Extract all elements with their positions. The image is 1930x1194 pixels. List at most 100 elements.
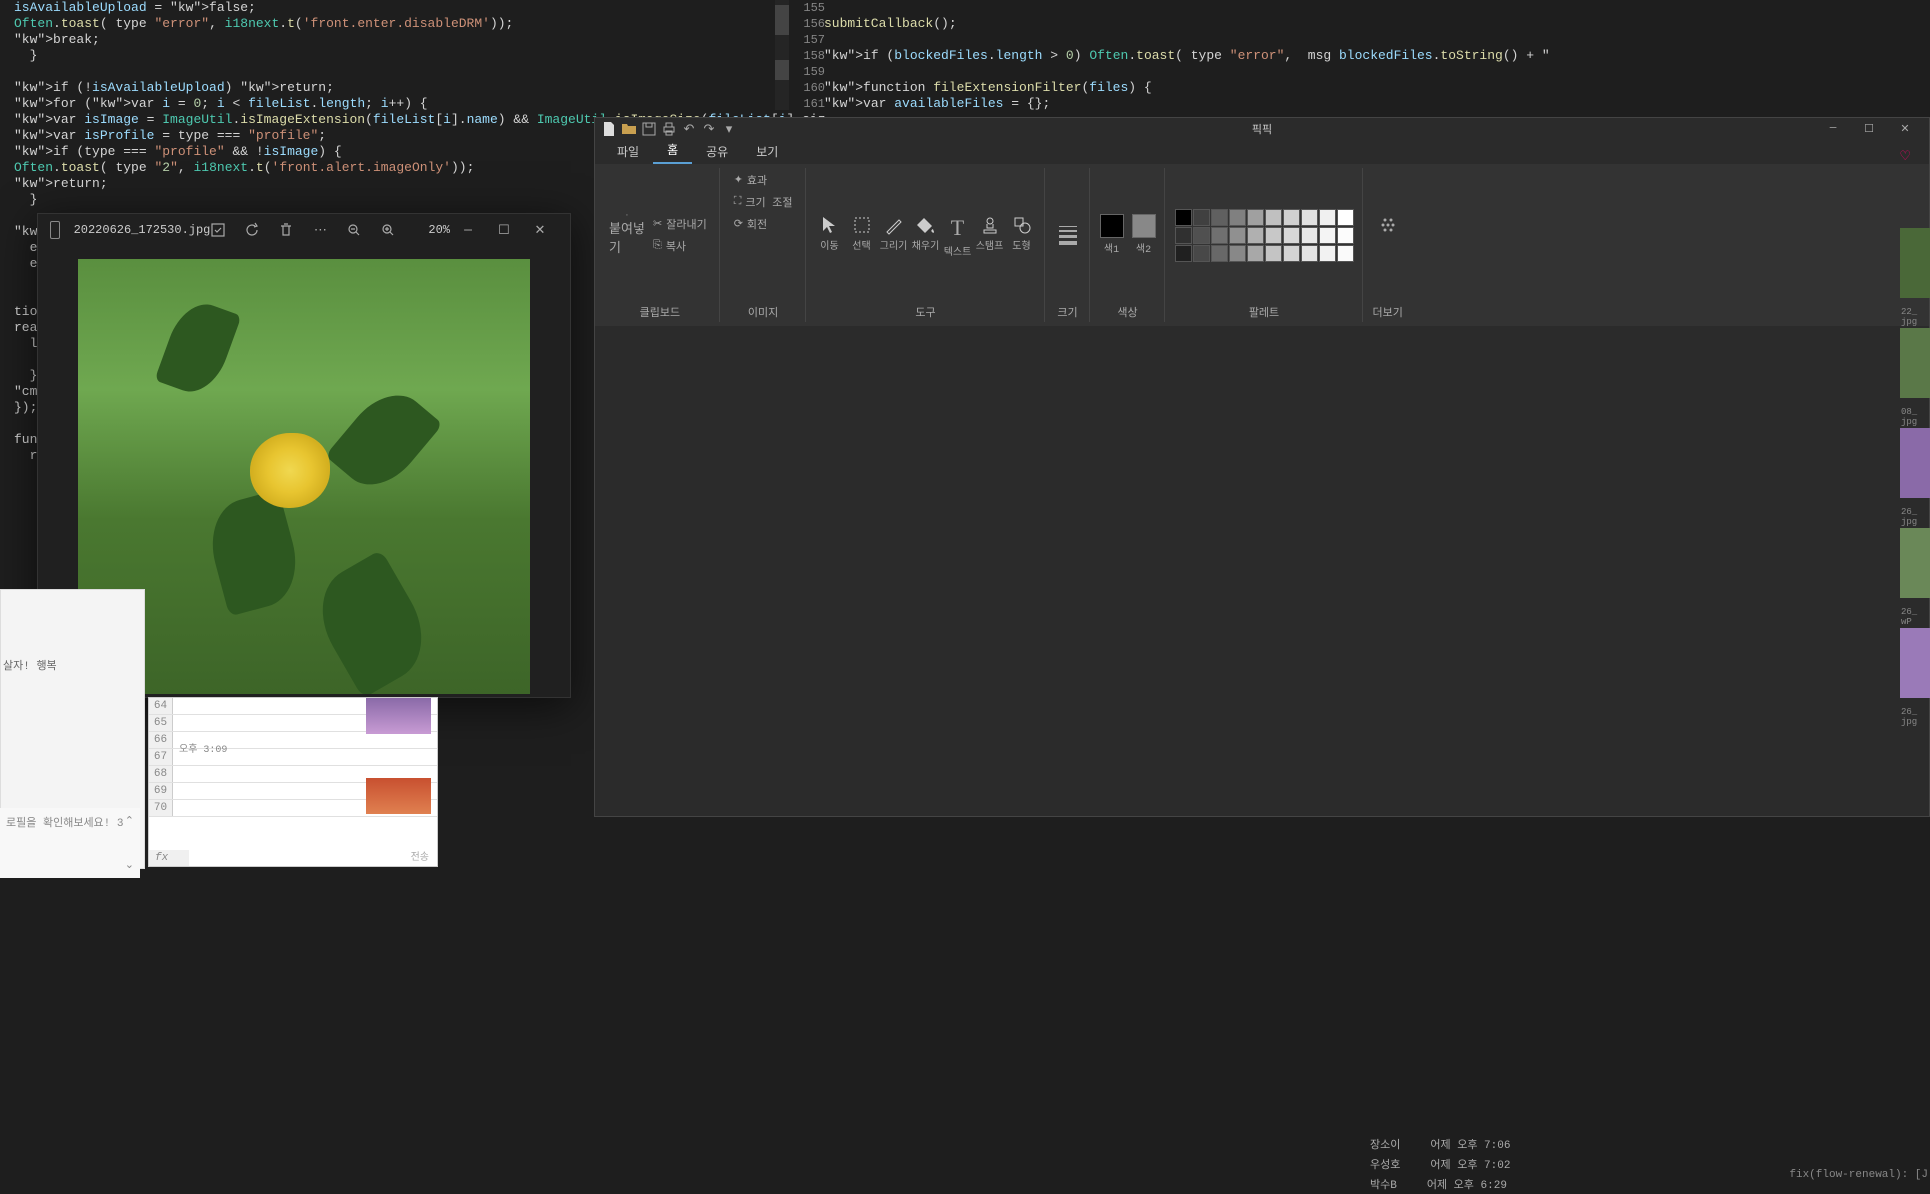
palette-color[interactable] (1301, 245, 1318, 262)
palette-color[interactable] (1211, 227, 1228, 244)
close-button[interactable]: ✕ (1887, 118, 1923, 140)
code-line[interactable]: "kw">function fileExtensionFilter(files)… (810, 80, 1930, 96)
draw-tool[interactable]: 그리기 (880, 215, 908, 255)
print-icon[interactable] (661, 121, 677, 137)
paste-button[interactable]: 붙여넣기 (609, 214, 645, 256)
send-label[interactable]: 전송 (411, 848, 429, 864)
more-button[interactable] (1374, 215, 1402, 255)
author: 우성호 (1370, 1156, 1400, 1172)
maximize-button[interactable]: ☐ (1851, 118, 1887, 140)
thumbnail[interactable] (1900, 628, 1930, 698)
timestamp: 어제 오후 7:06 (1430, 1136, 1510, 1152)
select-tool[interactable]: 선택 (848, 215, 876, 255)
palette-color[interactable] (1337, 227, 1354, 244)
palette-color[interactable] (1301, 227, 1318, 244)
palette-color[interactable] (1175, 227, 1192, 244)
palette-color[interactable] (1283, 209, 1300, 226)
palette-color[interactable] (1301, 209, 1318, 226)
minimize-button[interactable]: ─ (1815, 118, 1851, 140)
palette-color[interactable] (1337, 209, 1354, 226)
shape-tool[interactable]: 도형 (1008, 215, 1036, 255)
row-number: 64 (149, 698, 173, 714)
color1-swatch[interactable] (1100, 214, 1124, 238)
palette-color[interactable] (1319, 227, 1336, 244)
row-number: 66 (149, 732, 173, 748)
palette-color[interactable] (1319, 209, 1336, 226)
palette-color[interactable] (1265, 245, 1282, 262)
favorite-icon[interactable]: ♡ (1899, 149, 1921, 164)
rotate-icon[interactable] (244, 222, 260, 238)
delete-icon[interactable] (278, 222, 294, 238)
timestamp: 어제 오후 7:02 (1430, 1156, 1510, 1172)
qat-dropdown-icon[interactable]: ▾ (721, 121, 737, 137)
copy-button[interactable]: ⎘ 복사 (649, 236, 711, 256)
effects-button[interactable]: ✦ 효과 (730, 170, 771, 190)
palette-color[interactable] (1265, 227, 1282, 244)
photo-image[interactable] (78, 259, 530, 694)
palette-color[interactable] (1319, 245, 1336, 262)
palette-color[interactable] (1247, 209, 1264, 226)
cut-button[interactable]: ✂ 잘라내기 (649, 214, 711, 234)
palette-color[interactable] (1247, 227, 1264, 244)
group-clipboard: 붙여넣기 ✂ 잘라내기 ⎘ 복사 클립보드 (601, 168, 720, 322)
save-icon[interactable] (641, 121, 657, 137)
stamp-tool[interactable]: 스탬프 (976, 215, 1004, 255)
menu-home[interactable]: 홈 (653, 137, 692, 164)
palette-color[interactable] (1175, 209, 1192, 226)
code-line[interactable] (810, 0, 1930, 16)
palette-color[interactable] (1229, 245, 1246, 262)
palette-color[interactable] (1211, 245, 1228, 262)
thumbnail[interactable] (1900, 528, 1930, 598)
palette-color[interactable] (1247, 245, 1264, 262)
paint-canvas[interactable] (595, 328, 1929, 816)
code-right-column: submitCallback(); "kw">if (blockedFiles.… (810, 0, 1930, 112)
palette-color[interactable] (1193, 209, 1210, 226)
fx-label[interactable]: fx (149, 850, 189, 866)
palette-color[interactable] (1229, 209, 1246, 226)
palette-color[interactable] (1193, 245, 1210, 262)
code-line[interactable]: "kw">if (blockedFiles.length > 0) Often.… (810, 48, 1930, 64)
color2-swatch[interactable] (1132, 214, 1156, 238)
chevron-down-icon[interactable]: ⌄ (6, 858, 134, 872)
text-tool[interactable]: T텍스트 (944, 215, 972, 255)
thumbnail[interactable] (1900, 328, 1930, 398)
code-line[interactable] (810, 32, 1930, 48)
thumbnail[interactable] (1900, 428, 1930, 498)
close-button[interactable]: ✕ (522, 214, 558, 246)
menu-file[interactable]: 파일 (603, 139, 653, 164)
palette-color[interactable] (1283, 245, 1300, 262)
palette-color[interactable] (1229, 227, 1246, 244)
chevron-up-icon[interactable]: ⌃ (125, 814, 134, 828)
photo-viewer-titlebar[interactable]: 20220626_172530.jpg ⋯ 20% ─ ☐ ✕ (38, 214, 570, 246)
new-file-icon[interactable] (601, 121, 617, 137)
palette-color[interactable] (1211, 209, 1228, 226)
undo-icon[interactable]: ↶ (681, 121, 697, 137)
palette-color[interactable] (1337, 245, 1354, 262)
menu-view[interactable]: 보기 (742, 139, 792, 164)
rotate-button[interactable]: ⟳ 회전 (730, 214, 771, 234)
redo-icon[interactable]: ↷ (701, 121, 717, 137)
paint-titlebar[interactable]: ↶ ↷ ▾ 픽픽 ─ ☐ ✕ (595, 118, 1929, 140)
more-icon[interactable]: ⋯ (312, 222, 328, 238)
move-tool[interactable]: 이동 (816, 215, 844, 255)
code-line[interactable]: "kw">var availableFiles = {}; (810, 96, 1930, 112)
maximize-button[interactable]: ☐ (486, 214, 522, 246)
menu-share[interactable]: 공유 (692, 139, 742, 164)
palette-color[interactable] (1175, 245, 1192, 262)
palette-color[interactable] (1265, 209, 1282, 226)
palette-color[interactable] (1283, 227, 1300, 244)
open-file-icon[interactable] (621, 121, 637, 137)
code-line[interactable]: submitCallback(); (810, 16, 1930, 32)
minimize-button[interactable]: ─ (450, 214, 486, 246)
zoom-in-icon[interactable] (380, 222, 396, 238)
zoom-out-icon[interactable] (346, 222, 362, 238)
palette-color[interactable] (1193, 227, 1210, 244)
fill-tool[interactable]: 채우기 (912, 215, 940, 255)
row-number: 69 (149, 783, 173, 799)
code-line[interactable] (810, 64, 1930, 80)
author: 장소이 (1370, 1136, 1400, 1152)
line-weight-picker[interactable] (1055, 222, 1081, 249)
edit-icon[interactable] (210, 222, 226, 238)
thumbnail[interactable] (1900, 228, 1930, 298)
resize-button[interactable]: ⛶ 크기 조절 (730, 192, 797, 212)
